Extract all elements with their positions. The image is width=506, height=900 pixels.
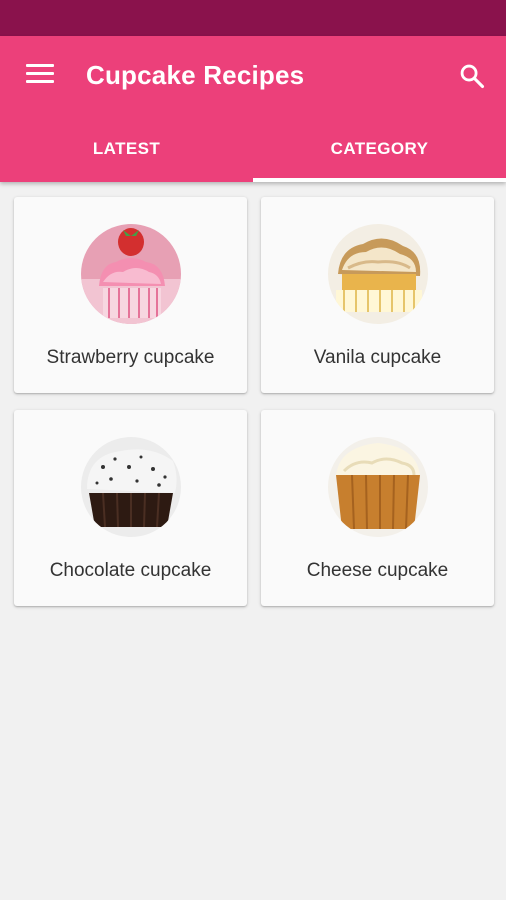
- tab-latest[interactable]: LATEST: [0, 116, 253, 182]
- toolbar: Cupcake Recipes: [0, 36, 506, 116]
- category-card-strawberry[interactable]: Strawberry cupcake: [14, 197, 247, 393]
- cheese-cupcake-image: [327, 437, 428, 537]
- menu-icon[interactable]: [26, 64, 54, 86]
- chocolate-cupcake-image: [80, 437, 181, 537]
- status-bar: [0, 0, 506, 36]
- category-card-chocolate[interactable]: Chocolate cupcake: [14, 410, 247, 606]
- tab-bar: LATEST CATEGORY: [0, 116, 506, 182]
- tab-category[interactable]: CATEGORY: [253, 116, 506, 182]
- app-title: Cupcake Recipes: [86, 60, 305, 90]
- category-card-vanila[interactable]: Vanila cupcake: [261, 197, 494, 393]
- app-bar: Cupcake Recipes LATEST CATEGORY: [0, 36, 506, 182]
- strawberry-cupcake-image: [80, 224, 181, 324]
- vanila-cupcake-image: [327, 224, 428, 324]
- category-grid: Strawberry cupcake Vanila cupcake Chocol…: [0, 182, 506, 606]
- category-label: Cheese cupcake: [306, 560, 449, 581]
- category-label: Vanila cupcake: [313, 347, 442, 368]
- category-card-cheese[interactable]: Cheese cupcake: [261, 410, 494, 606]
- category-label: Chocolate cupcake: [49, 560, 212, 581]
- category-label: Strawberry cupcake: [46, 347, 215, 368]
- search-icon[interactable]: [458, 62, 486, 90]
